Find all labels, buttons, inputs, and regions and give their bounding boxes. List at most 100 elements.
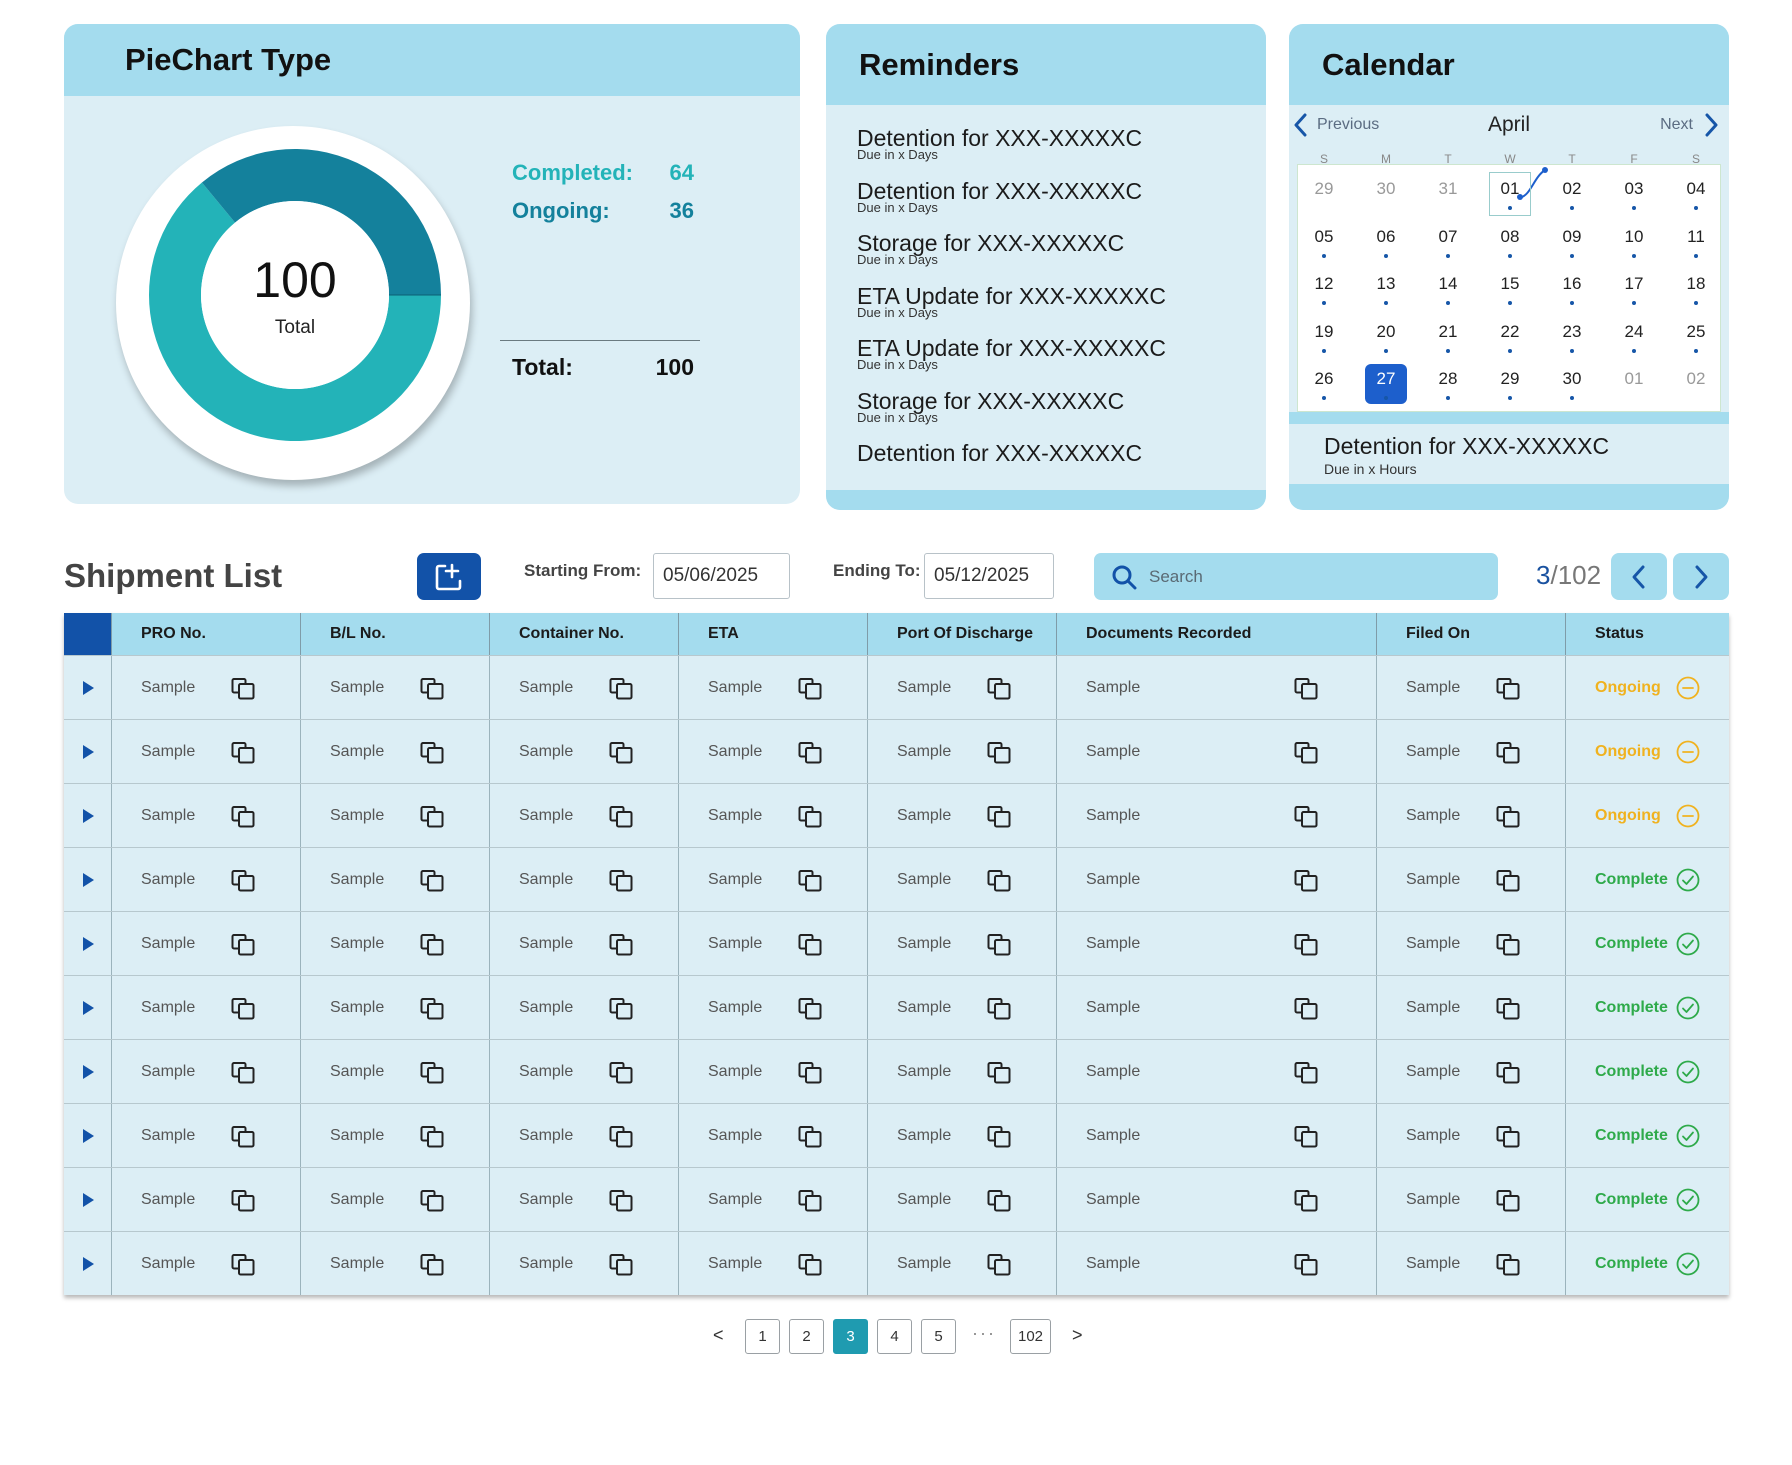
- reminders-list[interactable]: Detention for XXX-XXXXXC Due in x Days Det…: [826, 105, 1266, 489]
- copy-icon[interactable]: [1293, 1123, 1319, 1149]
- copy-icon[interactable]: [608, 803, 634, 829]
- calendar-day[interactable]: 23: [1550, 315, 1594, 359]
- table-row[interactable]: Sample Sample Sample Sample Sample Sample Samp…: [64, 655, 1729, 719]
- row-expand-cell[interactable]: [64, 912, 112, 975]
- calendar-day[interactable]: 14: [1426, 267, 1470, 311]
- calendar-day[interactable]: 08: [1488, 220, 1532, 264]
- calendar-day[interactable]: 04: [1674, 172, 1718, 216]
- copy-icon[interactable]: [986, 1123, 1012, 1149]
- calendar-day[interactable]: 11: [1674, 220, 1718, 264]
- copy-icon[interactable]: [230, 1059, 256, 1085]
- expand-row-icon[interactable]: [81, 1256, 95, 1272]
- copy-icon[interactable]: [608, 1187, 634, 1213]
- calendar-day[interactable]: 18: [1674, 267, 1718, 311]
- starting-date-input[interactable]: [653, 553, 790, 599]
- copy-icon[interactable]: [797, 867, 823, 893]
- copy-icon[interactable]: [1495, 675, 1521, 701]
- copy-icon[interactable]: [419, 1059, 445, 1085]
- copy-icon[interactable]: [1495, 1251, 1521, 1277]
- pager-page-button[interactable]: 1: [745, 1319, 780, 1354]
- pager-last-page-button[interactable]: 102: [1010, 1319, 1051, 1354]
- search-box[interactable]: [1094, 553, 1498, 600]
- copy-icon[interactable]: [1293, 1251, 1319, 1277]
- copy-icon[interactable]: [797, 1123, 823, 1149]
- reminder-item[interactable]: Storage for XXX-XXXXXC Due in x Days: [857, 389, 1124, 424]
- table-column-header[interactable]: Documents Recorded: [1057, 613, 1377, 655]
- copy-icon[interactable]: [1495, 803, 1521, 829]
- calendar-day[interactable]: 02: [1550, 172, 1594, 216]
- table-row[interactable]: Sample Sample Sample Sample Sample Sample Samp…: [64, 847, 1729, 911]
- row-expand-cell[interactable]: [64, 1168, 112, 1231]
- row-expand-cell[interactable]: [64, 1104, 112, 1167]
- calendar-day[interactable]: 29: [1488, 362, 1532, 406]
- calendar-day[interactable]: 31: [1426, 172, 1470, 216]
- calendar-day[interactable]: 01: [1612, 362, 1656, 406]
- reminder-item[interactable]: ETA Update for XXX-XXXXXC Due in x Days: [857, 337, 1166, 372]
- calendar-day[interactable]: 15: [1488, 267, 1532, 311]
- expand-row-icon[interactable]: [81, 1192, 95, 1208]
- copy-icon[interactable]: [797, 1251, 823, 1277]
- table-column-header[interactable]: Status: [1566, 613, 1729, 655]
- copy-icon[interactable]: [608, 1123, 634, 1149]
- table-column-header[interactable]: B/L No.: [301, 613, 490, 655]
- row-expand-cell[interactable]: [64, 720, 112, 783]
- row-expand-cell[interactable]: [64, 1040, 112, 1103]
- copy-icon[interactable]: [230, 867, 256, 893]
- table-row[interactable]: Sample Sample Sample Sample Sample Sample Samp…: [64, 1167, 1729, 1231]
- copy-icon[interactable]: [230, 803, 256, 829]
- row-expand-cell[interactable]: [64, 976, 112, 1039]
- copy-icon[interactable]: [797, 739, 823, 765]
- table-row[interactable]: Sample Sample Sample Sample Sample Sample Samp…: [64, 1231, 1729, 1295]
- copy-icon[interactable]: [230, 1123, 256, 1149]
- copy-icon[interactable]: [797, 803, 823, 829]
- calendar-day[interactable]: 30: [1364, 172, 1408, 216]
- table-column-header[interactable]: ETA: [679, 613, 868, 655]
- copy-icon[interactable]: [986, 1251, 1012, 1277]
- copy-icon[interactable]: [1293, 1059, 1319, 1085]
- copy-icon[interactable]: [608, 931, 634, 957]
- copy-icon[interactable]: [419, 739, 445, 765]
- table-row[interactable]: Sample Sample Sample Sample Sample Sample Samp…: [64, 975, 1729, 1039]
- copy-icon[interactable]: [419, 1123, 445, 1149]
- table-column-header[interactable]: Container No.: [490, 613, 679, 655]
- copy-icon[interactable]: [1495, 931, 1521, 957]
- copy-icon[interactable]: [1293, 931, 1319, 957]
- calendar-day[interactable]: 09: [1550, 220, 1594, 264]
- calendar-day[interactable]: 20: [1364, 315, 1408, 359]
- calendar-day[interactable]: 07: [1426, 220, 1470, 264]
- reminder-item[interactable]: Storage for XXX-XXXXXC Due in x Days: [857, 232, 1124, 267]
- copy-icon[interactable]: [419, 1187, 445, 1213]
- copy-icon[interactable]: [419, 867, 445, 893]
- table-row[interactable]: Sample Sample Sample Sample Sample Sample Samp…: [64, 1039, 1729, 1103]
- copy-icon[interactable]: [986, 1059, 1012, 1085]
- pager-page-button[interactable]: 2: [789, 1319, 824, 1354]
- copy-icon[interactable]: [230, 1187, 256, 1213]
- calendar-day[interactable]: 02: [1674, 362, 1718, 406]
- copy-icon[interactable]: [419, 931, 445, 957]
- calendar-day[interactable]: 28: [1426, 362, 1470, 406]
- copy-icon[interactable]: [608, 1059, 634, 1085]
- calendar-day[interactable]: 13: [1364, 267, 1408, 311]
- row-expand-cell[interactable]: [64, 784, 112, 847]
- calendar-day[interactable]: 01: [1488, 172, 1532, 216]
- table-row[interactable]: Sample Sample Sample Sample Sample Sample Samp…: [64, 911, 1729, 975]
- expand-row-icon[interactable]: [81, 1128, 95, 1144]
- pager-prev-button[interactable]: <: [713, 1325, 724, 1346]
- copy-icon[interactable]: [1293, 675, 1319, 701]
- next-page-button[interactable]: [1673, 553, 1729, 600]
- table-row[interactable]: Sample Sample Sample Sample Sample Sample Samp…: [64, 783, 1729, 847]
- copy-icon[interactable]: [1495, 739, 1521, 765]
- table-row[interactable]: Sample Sample Sample Sample Sample Sample Samp…: [64, 1103, 1729, 1167]
- calendar-day[interactable]: 30: [1550, 362, 1594, 406]
- expand-row-icon[interactable]: [81, 1064, 95, 1080]
- copy-icon[interactable]: [986, 803, 1012, 829]
- row-expand-cell[interactable]: [64, 1232, 112, 1295]
- calendar-day[interactable]: 25: [1674, 315, 1718, 359]
- copy-icon[interactable]: [986, 1187, 1012, 1213]
- calendar-day[interactable]: 19: [1302, 315, 1346, 359]
- pager-page-button[interactable]: 3: [833, 1319, 868, 1354]
- copy-icon[interactable]: [230, 995, 256, 1021]
- copy-icon[interactable]: [1495, 1123, 1521, 1149]
- copy-icon[interactable]: [986, 739, 1012, 765]
- copy-icon[interactable]: [1495, 1059, 1521, 1085]
